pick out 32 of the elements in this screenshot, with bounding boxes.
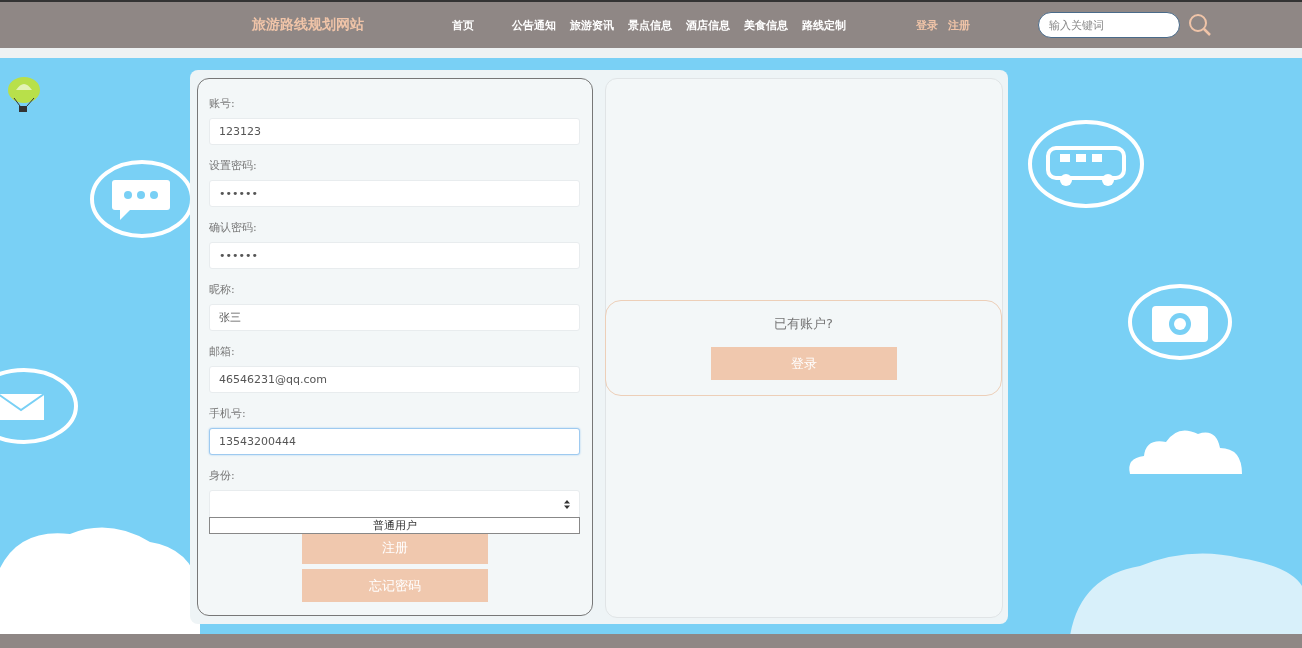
input-field[interactable]: 张三 <box>209 304 580 331</box>
input-field[interactable]: •••••• <box>209 180 580 207</box>
input-field[interactable]: 13543200444 <box>209 428 580 455</box>
field-label: 邮箱: <box>209 345 236 359</box>
role-select[interactable] <box>209 490 580 519</box>
input-field[interactable]: 46546231@qq.com <box>209 366 580 393</box>
login-prompt: 已有账户? <box>774 315 833 333</box>
auth-link[interactable]: 登录 <box>916 17 938 33</box>
field-label: 账号: <box>209 97 236 111</box>
dropdown-option[interactable]: 普通用户 <box>210 518 579 533</box>
input-field[interactable]: 123123 <box>209 118 580 145</box>
nav-link[interactable]: 首页 <box>452 17 474 33</box>
search-field[interactable]: 输入关键词 <box>1038 12 1180 38</box>
nav-link[interactable]: 公告通知 <box>512 17 556 33</box>
select-arrows-icon <box>564 500 570 509</box>
nav-link[interactable]: 路线定制 <box>802 17 846 33</box>
field-label: 昵称: <box>209 283 236 297</box>
nav-link[interactable]: 酒店信息 <box>686 17 730 33</box>
search-icon[interactable] <box>1188 13 1212 37</box>
nav-link[interactable]: 景点信息 <box>628 17 672 33</box>
field-label: 身份: <box>209 469 236 483</box>
input-field[interactable]: •••••• <box>209 242 580 269</box>
field-label: 确认密码: <box>209 221 258 235</box>
nav-link[interactable]: 旅游资讯 <box>570 17 614 33</box>
bus-icon <box>1028 120 1144 208</box>
nav-link[interactable]: 美食信息 <box>744 17 788 33</box>
camera-icon <box>1128 284 1232 360</box>
site-title: 旅游路线规划网站 <box>252 16 365 34</box>
field-label: 设置密码: <box>209 159 258 173</box>
auth-link[interactable]: 注册 <box>948 17 970 33</box>
field-label: 手机号: <box>209 407 247 421</box>
hot-air-balloon-icon <box>6 76 42 114</box>
